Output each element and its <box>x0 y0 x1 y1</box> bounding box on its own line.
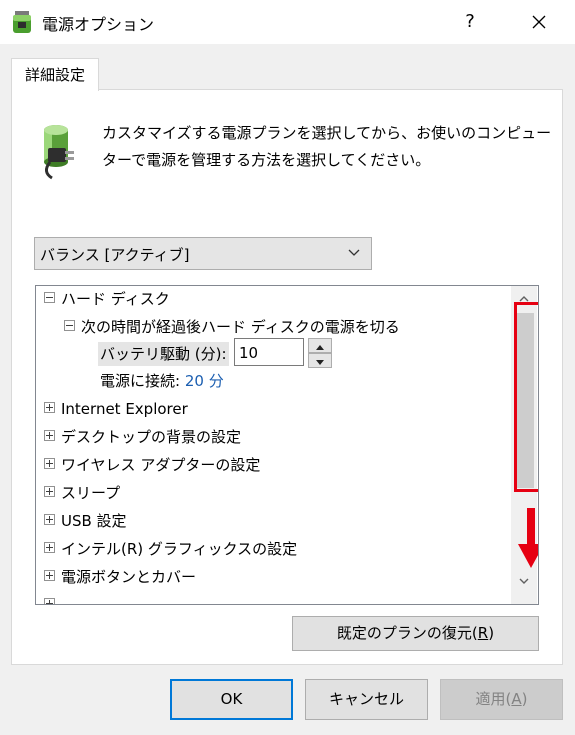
window-title: 電源オプション <box>42 15 155 34</box>
tree-node-label: ハード ディスク <box>61 290 170 308</box>
tree-node-label: ワイヤレス アダプターの設定 <box>61 456 261 474</box>
battery-minutes-stepper[interactable] <box>308 338 332 368</box>
tree-node-internet-explorer[interactable]: Internet Explorer <box>44 396 188 422</box>
tree-node-desktop-background[interactable]: デスクトップの背景の設定 <box>44 424 241 450</box>
tree-node-turn-off-disk[interactable]: 次の時間が経過後ハード ディスクの電源を切る <box>64 314 400 340</box>
ok-button[interactable]: OK <box>170 679 293 720</box>
plugged-in-value[interactable]: 20 分 <box>185 372 224 390</box>
expand-icon[interactable] <box>44 542 55 553</box>
triangle-up-icon <box>316 345 324 350</box>
tree-node-label: スリープ <box>61 484 121 502</box>
tree-node-label: Internet Explorer <box>61 400 188 418</box>
description-text: カスタマイズする電源プランを選択してから、お使いのコンピュー ターで電源を管理す… <box>102 120 552 174</box>
apply-button[interactable]: 適用(A) <box>440 679 563 720</box>
apply-label: 適用( <box>475 690 512 708</box>
power-plan-value: バランス [アクティブ] <box>40 246 190 264</box>
scrollbar-highlight-box <box>514 302 538 492</box>
restore-label-end: ) <box>488 624 495 642</box>
tree-node-label: インテル(R) グラフィックスの設定 <box>61 540 298 558</box>
scroll-down-icon[interactable] <box>518 576 530 586</box>
tree-node-sleep[interactable]: スリープ <box>44 480 120 506</box>
plugged-in-label: 電源に接続: <box>100 372 181 390</box>
stepper-up-button[interactable] <box>308 338 332 353</box>
collapse-icon[interactable] <box>44 292 55 303</box>
restore-label: 既定のプランの復元( <box>336 624 478 642</box>
tree-node-partial <box>44 592 61 604</box>
tree-node-wireless-adapter[interactable]: ワイヤレス アダプターの設定 <box>44 452 260 478</box>
tree-node-label: デスクトップの背景の設定 <box>61 428 242 446</box>
red-down-arrow-icon <box>518 508 538 568</box>
apply-label-end: ) <box>521 690 528 708</box>
cancel-button[interactable]: キャンセル <box>305 679 428 720</box>
triangle-down-icon <box>316 360 324 365</box>
battery-plug-icon <box>13 11 31 33</box>
expand-icon[interactable] <box>44 458 55 469</box>
help-button[interactable]: ? <box>448 7 492 37</box>
battery-minutes-input[interactable]: 10 <box>234 338 304 366</box>
tree-node-hard-disk[interactable]: ハード ディスク <box>44 286 170 312</box>
power-plan-dropdown[interactable]: バランス [アクティブ] <box>34 237 372 270</box>
expand-icon[interactable] <box>44 570 55 581</box>
description-line: カスタマイズする電源プランを選択してから、お使いのコンピュー <box>102 124 552 142</box>
chevron-down-icon <box>348 249 360 256</box>
tree-node-intel-graphics[interactable]: インテル(R) グラフィックスの設定 <box>44 536 297 562</box>
restore-accesskey: R <box>477 624 489 642</box>
expand-icon <box>44 598 55 604</box>
tree-node-label: 電源ボタンとカバー <box>61 568 197 586</box>
restore-defaults-button[interactable]: 既定のプランの復元(R) <box>292 616 539 651</box>
plugged-in-setting: 電源に接続: 20 分 <box>100 368 224 394</box>
help-icon: ? <box>465 11 475 32</box>
tree-node-label: 次の時間が経過後ハード ディスクの電源を切る <box>81 318 400 336</box>
battery-plug-icon <box>44 125 74 180</box>
expand-icon[interactable] <box>44 514 55 525</box>
tab-advanced-settings[interactable]: 詳細設定 <box>11 58 99 91</box>
collapse-icon[interactable] <box>64 320 75 331</box>
settings-tree[interactable]: ハード ディスク 次の時間が経過後ハード ディスクの電源を切る バッテリ駆動 (… <box>35 285 539 605</box>
apply-accesskey: A <box>511 690 522 708</box>
battery-label: バッテリ駆動 (分): <box>98 342 229 366</box>
description-line: ターで電源を管理する方法を選択してください。 <box>102 151 431 169</box>
expand-icon[interactable] <box>44 430 55 441</box>
expand-icon[interactable] <box>44 486 55 497</box>
title-bar: 電源オプション ? <box>0 0 575 44</box>
settings-panel: カスタマイズする電源プランを選択してから、お使いのコンピュー ターで電源を管理す… <box>11 89 563 665</box>
tree-node-label: USB 設定 <box>61 512 127 530</box>
stepper-down-button[interactable] <box>308 353 332 368</box>
tree-node-power-buttons[interactable]: 電源ボタンとカバー <box>44 564 196 590</box>
tree-node-usb-settings[interactable]: USB 設定 <box>44 508 127 534</box>
close-icon[interactable] <box>516 7 562 37</box>
expand-icon[interactable] <box>44 402 55 413</box>
